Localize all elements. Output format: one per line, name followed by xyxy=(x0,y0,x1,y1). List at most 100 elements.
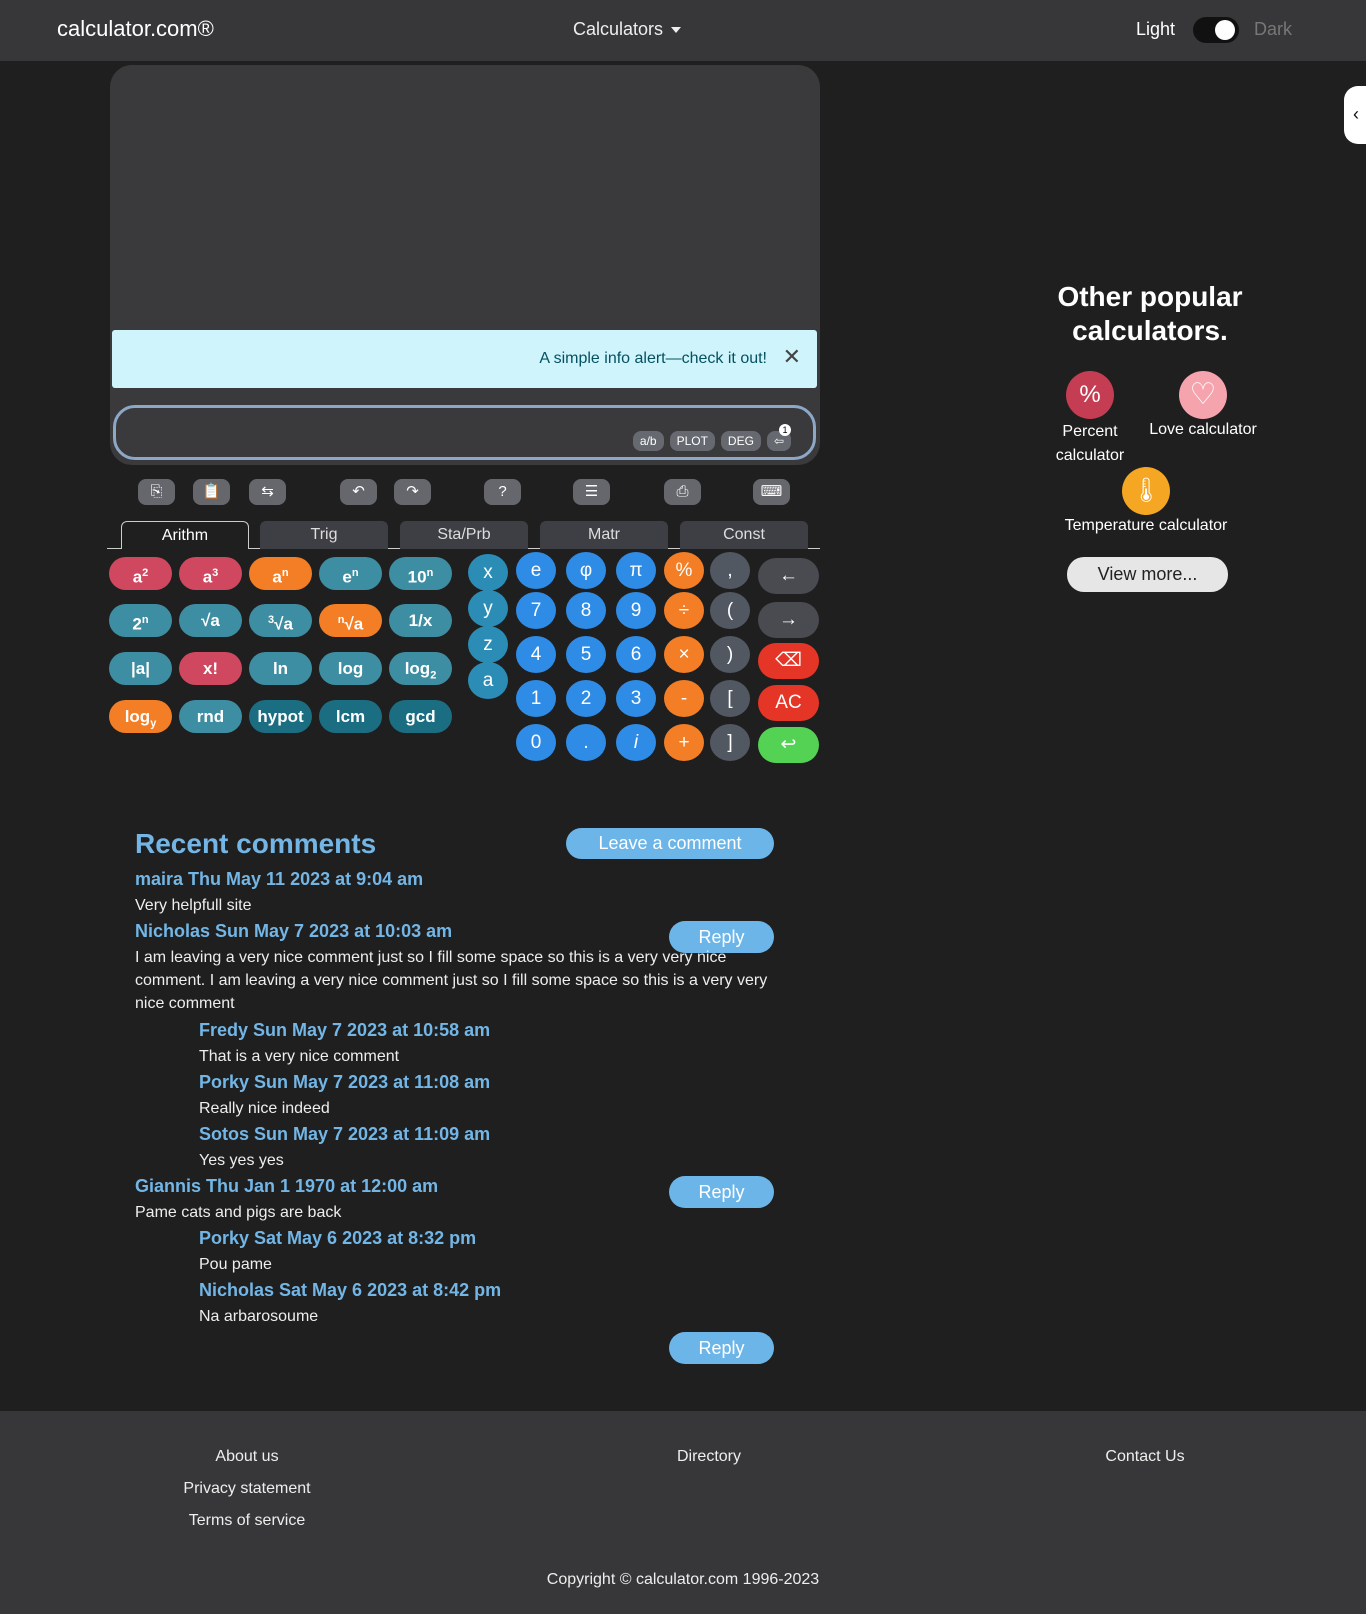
calculators-menu[interactable]: Calculators xyxy=(573,19,682,40)
key-7[interactable]: 7 xyxy=(516,592,556,629)
key-comma[interactable]: , xyxy=(710,552,750,589)
key-close-paren[interactable]: ) xyxy=(710,636,750,673)
key-logy[interactable]: logy xyxy=(109,700,172,733)
key-square[interactable]: a2 xyxy=(109,557,172,590)
key-open-paren[interactable]: ( xyxy=(710,592,750,629)
leave-comment-button[interactable]: Leave a comment xyxy=(566,828,774,859)
thermometer-icon[interactable]: 🌡 xyxy=(1122,467,1170,515)
key-8[interactable]: 8 xyxy=(566,592,606,629)
temperature-calculator-link[interactable]: Temperature calculator xyxy=(1046,517,1246,535)
tab-const[interactable]: Const xyxy=(680,521,808,549)
key-sqrt[interactable]: √a xyxy=(179,604,242,637)
key-var-y[interactable]: y xyxy=(468,590,508,627)
key-multiply[interactable]: × xyxy=(664,636,704,673)
view-more-button[interactable]: View more... xyxy=(1067,557,1228,592)
redo-icon[interactable]: ↷ xyxy=(394,479,431,505)
key-nth-root[interactable]: n√a xyxy=(319,604,382,637)
tab-matr[interactable]: Matr xyxy=(540,521,668,549)
reply-button[interactable]: Reply xyxy=(669,1332,774,1364)
key-6[interactable]: 6 xyxy=(616,636,656,673)
close-icon[interactable]: ✕ xyxy=(783,344,801,370)
key-close-bracket[interactable]: ] xyxy=(710,724,750,761)
key-var-x[interactable]: x xyxy=(468,554,508,591)
percent-icon[interactable]: % xyxy=(1066,371,1114,419)
key-cube[interactable]: a3 xyxy=(179,557,242,590)
heart-icon[interactable]: ♡ xyxy=(1179,371,1227,419)
deg-chip[interactable]: DEG xyxy=(720,431,761,451)
key-imaginary[interactable]: i xyxy=(616,724,656,761)
key-ln[interactable]: ln xyxy=(249,652,312,685)
footer: About us Privacy statement Terms of serv… xyxy=(0,1411,1366,1614)
print-icon[interactable]: ⎙ xyxy=(664,479,701,505)
key-factorial[interactable]: x! xyxy=(179,652,242,685)
key-inverse[interactable]: 1/x xyxy=(389,604,452,637)
theme-toggle[interactable] xyxy=(1193,17,1239,43)
enter-button[interactable]: ↩ xyxy=(758,727,819,763)
key-5[interactable]: 5 xyxy=(566,636,606,673)
tab-arithm[interactable]: Arithm xyxy=(121,521,249,549)
key-two-power[interactable]: 2n xyxy=(109,604,172,637)
about-link[interactable]: About us xyxy=(147,1448,347,1466)
brand-logo[interactable]: calculator.com® xyxy=(57,16,214,42)
reply-author: Porky Sun May 7 2023 at 11:08 am xyxy=(199,1072,491,1092)
cursor-right-button[interactable]: → xyxy=(758,602,819,638)
key-log2[interactable]: log2 xyxy=(389,652,452,685)
directory-link[interactable]: Directory xyxy=(609,1448,809,1466)
key-9[interactable]: 9 xyxy=(616,592,656,629)
key-lcm[interactable]: lcm xyxy=(319,700,382,733)
backspace-button[interactable]: ⌫ xyxy=(758,643,819,679)
key-rnd[interactable]: rnd xyxy=(179,700,242,733)
help-icon[interactable]: ? xyxy=(484,479,521,505)
love-calculator-link[interactable]: Love calculator xyxy=(1143,421,1263,439)
key-open-bracket[interactable]: [ xyxy=(710,680,750,717)
fraction-chip[interactable]: a/b xyxy=(632,431,664,451)
key-ten-power[interactable]: 10n xyxy=(389,557,452,590)
settings-sliders-icon[interactable]: ☰ xyxy=(573,479,610,505)
key-divide[interactable]: ÷ xyxy=(664,592,704,629)
key-0[interactable]: 0 xyxy=(516,724,556,761)
key-exp[interactable]: en xyxy=(319,557,382,590)
tab-sta-prb[interactable]: Sta/Prb xyxy=(400,521,528,549)
comment-text: I am leaving a very nice comment just so… xyxy=(135,949,768,1012)
keyboard-icon[interactable]: ⌨ xyxy=(753,479,790,505)
undo-icon[interactable]: ↶ xyxy=(340,479,377,505)
copy-icon[interactable]: ⎘ xyxy=(138,479,175,505)
copyright: Copyright © calculator.com 1996-2023 xyxy=(546,1571,820,1588)
tab-trig[interactable]: Trig xyxy=(260,521,388,549)
key-log[interactable]: log xyxy=(319,652,382,685)
all-clear-button[interactable]: AC xyxy=(758,685,819,721)
key-cbrt[interactable]: 3√a xyxy=(249,604,312,637)
key-var-z[interactable]: z xyxy=(468,626,508,663)
percent-calculator-link[interactable]: Percent calculator xyxy=(1040,420,1140,468)
key-phi[interactable]: φ xyxy=(566,552,606,589)
reply-author: Nicholas Sat May 6 2023 at 8:42 pm xyxy=(199,1280,502,1300)
swap-icon[interactable]: ⇆ xyxy=(249,479,286,505)
key-2[interactable]: 2 xyxy=(566,680,606,717)
key-4[interactable]: 4 xyxy=(516,636,556,673)
plot-chip[interactable]: PLOT xyxy=(669,431,715,451)
key-1[interactable]: 1 xyxy=(516,680,556,717)
calculators-menu-label: Calculators xyxy=(573,19,664,39)
key-3[interactable]: 3 xyxy=(616,680,656,717)
key-pi[interactable]: π xyxy=(616,552,656,589)
paste-icon[interactable]: 📋 xyxy=(193,479,230,505)
privacy-link[interactable]: Privacy statement xyxy=(147,1480,347,1498)
key-gcd[interactable]: gcd xyxy=(389,700,452,733)
chevron-left-icon: ‹ xyxy=(1353,104,1359,124)
contact-link[interactable]: Contact Us xyxy=(1045,1448,1245,1466)
side-panel-toggle[interactable]: ‹ xyxy=(1344,86,1366,144)
reply-author: Porky Sat May 6 2023 at 8:32 pm xyxy=(199,1228,477,1248)
cursor-left-button[interactable]: ← xyxy=(758,558,819,594)
key-hypot[interactable]: hypot xyxy=(249,700,312,733)
key-decimal[interactable]: . xyxy=(566,724,606,761)
key-var-a[interactable]: a xyxy=(468,662,508,699)
reply-button[interactable]: Reply xyxy=(669,1176,774,1208)
key-power[interactable]: an xyxy=(249,557,312,590)
key-e[interactable]: e xyxy=(516,552,556,589)
key-plus[interactable]: + xyxy=(664,724,704,761)
key-minus[interactable]: - xyxy=(664,680,704,717)
key-percent[interactable]: % xyxy=(664,552,704,589)
key-abs[interactable]: |a| xyxy=(109,652,172,685)
expression-input[interactable]: a/b PLOT DEG ⇦ 1 xyxy=(113,405,816,460)
terms-link[interactable]: Terms of service xyxy=(147,1512,347,1530)
